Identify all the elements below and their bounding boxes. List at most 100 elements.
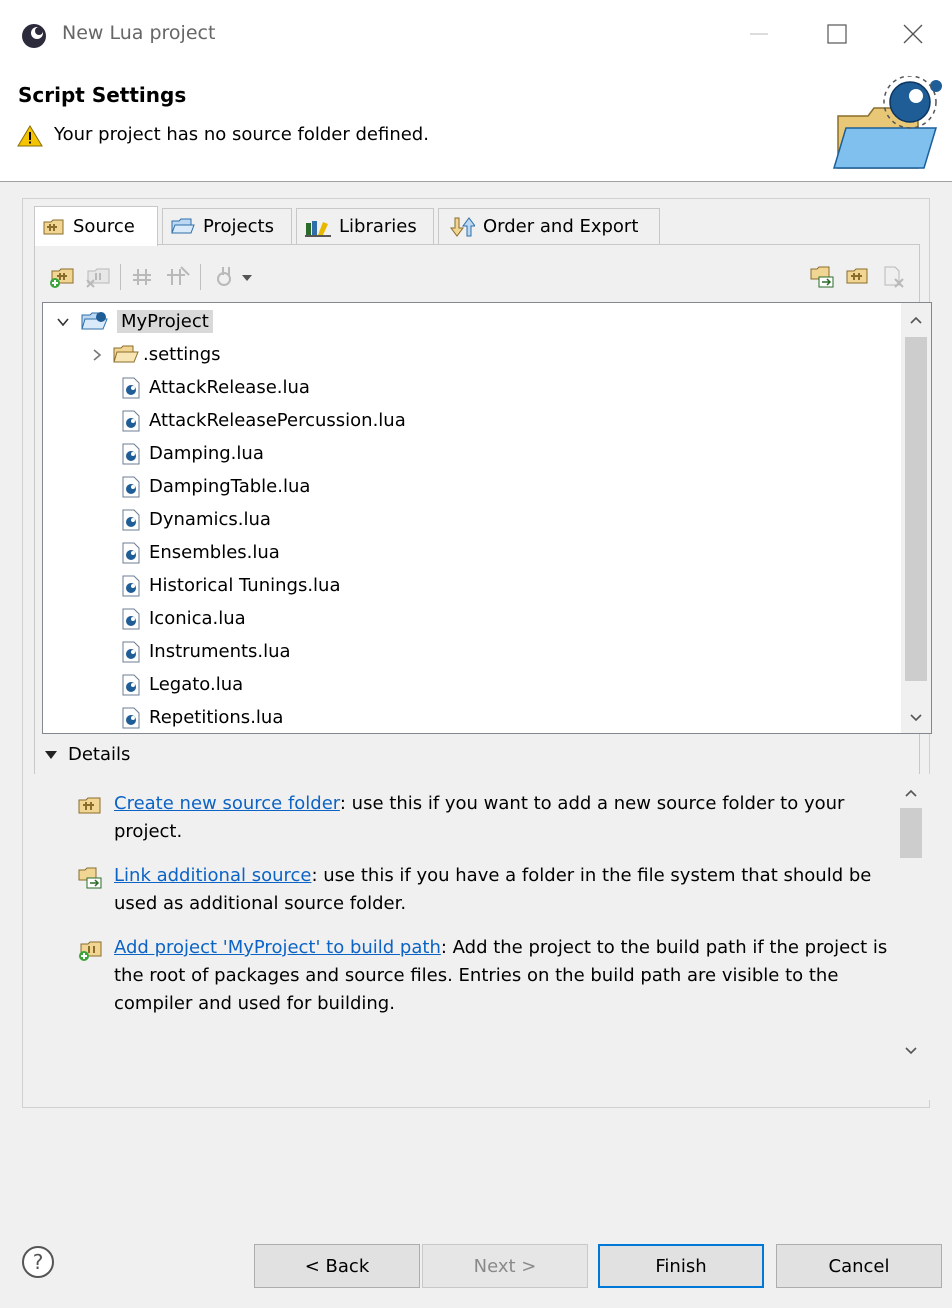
tab-libraries[interactable]: Libraries: [296, 208, 434, 244]
minimize-button[interactable]: [736, 14, 782, 54]
remove-icon: [884, 266, 904, 288]
folder-icon: [113, 345, 139, 362]
detail-link-additional-source: Link additional source: use this if you …: [78, 862, 888, 918]
source-folder-icon: [43, 219, 64, 234]
maximize-button[interactable]: [820, 14, 866, 54]
triangle-down-icon: [45, 750, 57, 759]
lua-file-icon: [122, 641, 140, 662]
expand-chevron-icon[interactable]: [53, 315, 73, 329]
tree-vertical-scrollbar[interactable]: [901, 303, 931, 733]
add-build-path-icon: [79, 941, 102, 961]
tree-node-label: .settings: [143, 344, 221, 365]
lua-file-icon: [122, 476, 140, 497]
tree-node-label: Ensembles.lua: [149, 542, 280, 563]
link-source-button[interactable]: [808, 260, 836, 294]
toolbar-separator: [120, 264, 121, 290]
close-icon: [903, 24, 923, 44]
eclipse-app-icon: [22, 24, 46, 48]
scroll-up-arrow-icon[interactable]: [896, 778, 926, 808]
details-label: Details: [68, 744, 131, 765]
tree-file-item[interactable]: Historical Tunings.lua: [121, 569, 341, 602]
tree-node-label: Instruments.lua: [149, 641, 291, 662]
link-source-icon: [810, 266, 834, 288]
details-panel: Create new source folder: use this if yo…: [34, 774, 932, 1100]
lua-file-icon: [122, 608, 140, 629]
svg-text:?: ?: [33, 1250, 44, 1274]
scroll-thumb[interactable]: [905, 337, 927, 681]
next-button[interactable]: Next >: [422, 1244, 588, 1288]
add-source-folder-icon: [50, 268, 74, 288]
page-title: Script Settings: [18, 83, 187, 107]
detail-create-source-folder: Create new source folder: use this if yo…: [78, 790, 888, 846]
tree-file-item[interactable]: AttackReleasePercussion.lua: [121, 404, 406, 437]
tree-file-item[interactable]: Iconica.lua: [121, 602, 246, 635]
lua-file-icon: [122, 707, 140, 728]
tree-file-item[interactable]: DampingTable.lua: [121, 470, 310, 503]
tab-projects[interactable]: Projects: [162, 208, 292, 244]
details-vertical-scrollbar[interactable]: [896, 774, 926, 1074]
tree-node-label: Legato.lua: [149, 674, 244, 695]
window-title: New Lua project: [62, 22, 216, 44]
tree-node-label: AttackRelease.lua: [149, 377, 310, 398]
scroll-down-arrow-icon[interactable]: [901, 703, 931, 733]
order-export-icon: [450, 216, 475, 237]
remove-button[interactable]: [880, 260, 908, 294]
tree-node-label: Dynamics.lua: [149, 509, 271, 530]
new-source-folder-icon: [846, 268, 868, 284]
tree-node-label: MyProject: [117, 310, 213, 333]
lua-file-icon: [122, 509, 140, 530]
back-button[interactable]: < Back: [254, 1244, 420, 1288]
remove-source-folder-button[interactable]: [84, 260, 112, 294]
wizard-header: Script Settings Your project has no sour…: [0, 72, 952, 182]
configure-dropdown-button[interactable]: [210, 260, 258, 294]
tree-folder-settings[interactable]: .settings: [87, 338, 221, 371]
link-additional-source-link[interactable]: Link additional source: [114, 865, 311, 886]
tree-file-item[interactable]: Damping.lua: [121, 437, 264, 470]
remove-from-build-path-button[interactable]: [164, 260, 192, 294]
tab-source-label: Source: [73, 216, 135, 237]
projects-folder-icon: [171, 218, 195, 233]
tab-order-export-label: Order and Export: [483, 216, 639, 237]
add-source-folder-button[interactable]: [48, 260, 76, 294]
lua-project-icon: [81, 311, 108, 329]
lua-file-icon: [122, 674, 140, 695]
scroll-down-arrow-icon[interactable]: [896, 1036, 926, 1066]
tree-node-label: Historical Tunings.lua: [149, 575, 341, 596]
tab-order-and-export[interactable]: Order and Export: [438, 208, 660, 244]
tree-file-item[interactable]: Legato.lua: [121, 668, 243, 701]
dropdown-arrow-icon: [242, 275, 252, 281]
tree-file-item[interactable]: Instruments.lua: [121, 635, 291, 668]
lua-project-wizard-graphic: [832, 76, 942, 169]
collapse-chevron-icon[interactable]: [87, 348, 107, 362]
cancel-button[interactable]: Cancel: [776, 1244, 942, 1288]
detail-add-to-build-path: Add project 'MyProject' to build path: A…: [78, 934, 888, 1018]
new-source-folder-icon: [78, 797, 101, 814]
scroll-thumb[interactable]: [900, 808, 922, 858]
tree-file-item[interactable]: Dynamics.lua: [121, 503, 271, 536]
tree-file-item[interactable]: Repetitions.lua: [121, 701, 283, 733]
project-tree[interactable]: MyProject .settings AttackRelease.lua Att…: [42, 302, 932, 734]
tree-root-myproject[interactable]: MyProject: [53, 305, 213, 338]
tree-file-item[interactable]: Ensembles.lua: [121, 536, 280, 569]
tree-node-label: Iconica.lua: [149, 608, 246, 629]
lua-file-icon: [122, 377, 140, 398]
add-project-to-build-path-link[interactable]: Add project 'MyProject' to build path: [114, 937, 441, 958]
details-toggle[interactable]: Details: [44, 744, 130, 765]
help-icon[interactable]: ?: [20, 1244, 56, 1280]
create-new-source-folder-link[interactable]: Create new source folder: [114, 793, 340, 814]
tree-node-label: DampingTable.lua: [149, 476, 311, 497]
remove-source-folder-icon: [86, 268, 110, 288]
add-to-build-path-button[interactable]: [130, 260, 158, 294]
tree-file-item[interactable]: AttackRelease.lua: [121, 371, 310, 404]
libraries-icon: [305, 220, 331, 237]
finish-button[interactable]: Finish: [598, 1244, 764, 1288]
close-button[interactable]: [892, 14, 938, 54]
tree-node-label: AttackReleasePercussion.lua: [149, 410, 406, 431]
new-source-folder-button[interactable]: [844, 260, 872, 294]
tab-source[interactable]: Source: [34, 206, 158, 246]
lua-file-icon: [122, 575, 140, 596]
link-source-icon: [78, 867, 102, 889]
maximize-icon: [827, 24, 847, 44]
configure-icon: [217, 267, 231, 286]
scroll-up-arrow-icon[interactable]: [901, 305, 931, 335]
